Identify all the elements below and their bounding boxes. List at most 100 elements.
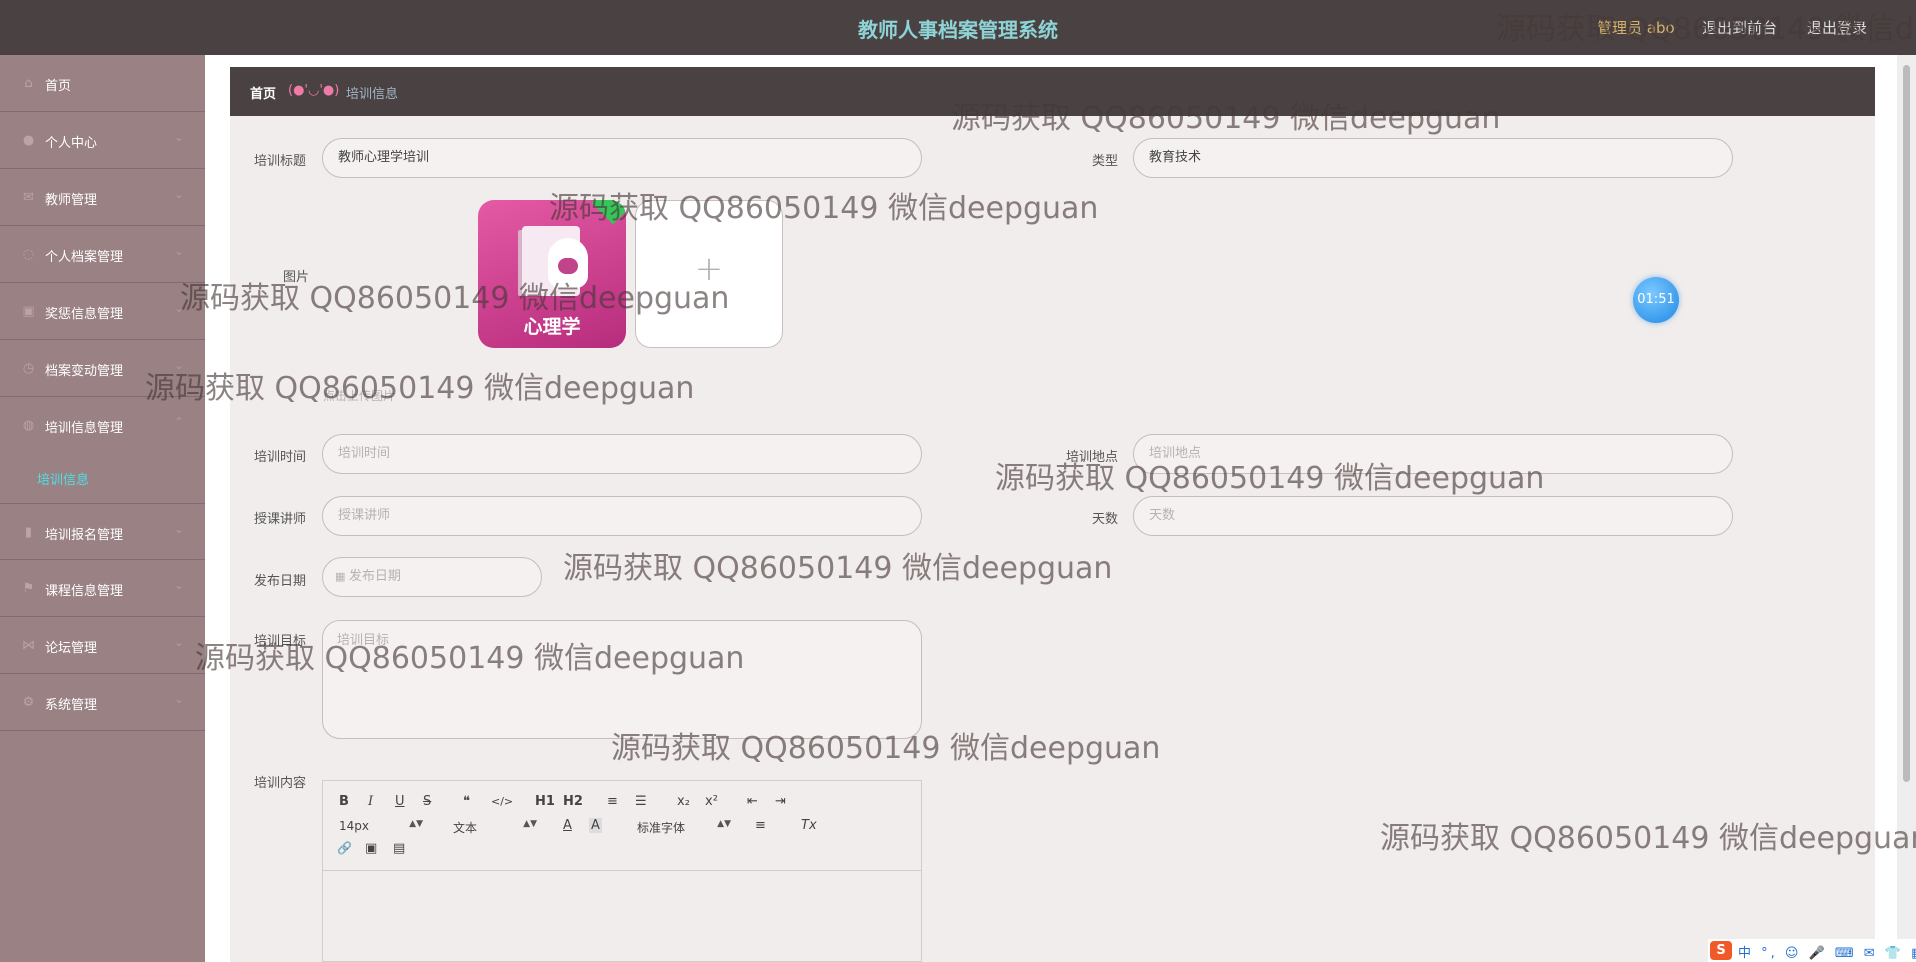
- chevron-down-icon: ⌄: [174, 130, 185, 144]
- floating-timer[interactable]: 01:51: [1633, 277, 1679, 323]
- lecturer-input[interactable]: 授课讲师: [322, 496, 922, 536]
- chevron-down-icon: ⌄: [174, 301, 185, 315]
- superscript-button[interactable]: x²: [705, 794, 718, 809]
- logout-link[interactable]: 退出登录: [1807, 17, 1867, 38]
- flag-icon: ⚑: [22, 581, 35, 596]
- clock-icon: ◷: [22, 361, 35, 376]
- select-arrows-icon: ▲▼: [523, 819, 537, 829]
- background-color-button[interactable]: A: [589, 818, 602, 833]
- breadcrumb-current: 培训信息: [346, 87, 399, 102]
- h2-button[interactable]: H2: [563, 794, 583, 809]
- image-button[interactable]: ▣: [365, 841, 377, 856]
- indent-button[interactable]: ⇥: [775, 794, 786, 809]
- sidebar-item-teachers[interactable]: ✉ 教师管理 ⌄: [0, 169, 205, 226]
- upload-button[interactable]: +: [635, 200, 783, 348]
- font-family-select[interactable]: 标准字体 ▲▼: [637, 819, 731, 835]
- title-label: 培训标题: [254, 154, 307, 169]
- scrollbar[interactable]: [1897, 55, 1916, 962]
- h1-button[interactable]: H1: [535, 794, 555, 809]
- calendar-icon: ▦: [335, 570, 349, 583]
- plus-icon: +: [694, 249, 724, 289]
- code-button[interactable]: </>: [491, 795, 513, 808]
- chevron-down-icon: ⌄: [174, 244, 185, 258]
- mail-icon: ✉: [23, 190, 34, 205]
- title-input[interactable]: 教师心理学培训: [322, 138, 922, 178]
- chat-icon: ◌: [22, 247, 35, 262]
- sidebar-item-archives[interactable]: ◌ 个人档案管理 ⌄: [0, 226, 205, 283]
- admin-name: 管理员 abo: [1597, 19, 1675, 37]
- days-input[interactable]: 天数: [1133, 496, 1733, 536]
- upload-hint: 点击上传图片: [323, 389, 396, 403]
- goal-textarea[interactable]: 培训目标: [322, 620, 922, 739]
- font-size-select[interactable]: 14px ▲▼: [339, 819, 423, 835]
- select-arrows-icon: ▲▼: [409, 819, 423, 829]
- sidebar-item-label: 培训信息管理: [45, 421, 124, 436]
- ordered-list-button[interactable]: ≡: [607, 794, 618, 809]
- format-select[interactable]: 文本 ▲▼: [453, 819, 537, 835]
- ime-status-icons: 中 °, ☺ 🎤 ⌨ ✉ 👕 ▦: [1738, 946, 1916, 961]
- sidebar-subitem-training-info[interactable]: 培训信息: [0, 457, 205, 497]
- clean-format-button[interactable]: Tx: [801, 818, 817, 833]
- chevron-down-icon: ⌄: [174, 692, 185, 706]
- type-input[interactable]: 教育技术: [1133, 138, 1733, 178]
- video-button[interactable]: ▤: [393, 841, 405, 856]
- sidebar-item-system[interactable]: ⚙ 系统管理 ⌄: [0, 674, 205, 731]
- content-label: 培训内容: [254, 776, 307, 791]
- font-color-button[interactable]: A: [563, 818, 572, 833]
- select-arrows-icon: ▲▼: [717, 819, 731, 829]
- type-label: 类型: [1092, 154, 1119, 169]
- scroll-thumb[interactable]: [1903, 65, 1910, 782]
- strike-button[interactable]: S: [423, 794, 431, 809]
- exit-to-front-link[interactable]: 退出到前台: [1702, 17, 1777, 38]
- image-status-corner: [591, 200, 626, 225]
- sidebar-item-rewards[interactable]: ▣ 奖惩信息管理 ⌄: [0, 283, 205, 340]
- date-label: 发布日期: [254, 574, 307, 589]
- ime-logo-icon: S: [1710, 941, 1732, 960]
- sidebar-item-label: 奖惩信息管理: [45, 307, 124, 322]
- sidebar-item-label: 教师管理: [45, 193, 98, 208]
- breadcrumb-separator: (●'◡'●): [288, 83, 340, 98]
- sidebar: ⌂ 首页 ● 个人中心 ⌄ ✉ 教师管理 ⌄ ◌ 个人档案管理 ⌄ ▣ 奖惩信息…: [0, 55, 205, 962]
- editor-toolbar: B I U S ❝ </> H1 H2 ≡ ☰ x₂ x² ⇤ ⇥ 14px ▲▼…: [323, 781, 921, 871]
- chevron-down-icon: ⌄: [174, 187, 185, 201]
- italic-button[interactable]: I: [368, 794, 373, 809]
- sidebar-item-training[interactable]: ◍ 培训信息管理 ⌃: [0, 397, 205, 454]
- bullet-list-button[interactable]: ☰: [635, 794, 647, 809]
- ime-toolbar[interactable]: S 中 °, ☺ 🎤 ⌨ ✉ 👕 ▦: [1708, 939, 1916, 962]
- bold-button[interactable]: B: [339, 794, 349, 809]
- font-family-value: 标准字体: [637, 821, 686, 835]
- place-input[interactable]: 培训地点: [1133, 434, 1733, 474]
- sidebar-item-forum[interactable]: ⋈ 论坛管理 ⌄: [0, 617, 205, 674]
- sidebar-item-label: 培训报名管理: [45, 528, 124, 543]
- breadcrumb-home[interactable]: 首页: [250, 83, 276, 102]
- sidebar-item-changes[interactable]: ◷ 档案变动管理 ⌄: [0, 340, 205, 397]
- sidebar-item-label: 首页: [45, 79, 72, 94]
- outdent-button[interactable]: ⇤: [747, 794, 758, 809]
- share-icon: ⋈: [22, 638, 35, 653]
- sidebar-item-courses[interactable]: ⚑ 课程信息管理 ⌄: [0, 560, 205, 617]
- link-button[interactable]: 🔗: [337, 841, 352, 855]
- briefcase-icon: ▣: [22, 304, 35, 319]
- time-label: 培训时间: [254, 450, 307, 465]
- chevron-down-icon: ⌄: [174, 358, 185, 372]
- image-label: 图片: [283, 270, 310, 285]
- align-button[interactable]: ≡: [755, 818, 766, 833]
- underline-button[interactable]: U: [395, 794, 405, 809]
- sidebar-item-home[interactable]: ⌂ 首页: [0, 55, 205, 112]
- quote-button[interactable]: ❝: [463, 794, 470, 809]
- chevron-down-icon: ⌄: [174, 522, 185, 536]
- date-input[interactable]: ▦ 发布日期: [322, 557, 542, 597]
- sidebar-item-enroll[interactable]: ▮ 培训报名管理 ⌄: [0, 503, 205, 560]
- chevron-down-icon: ⌄: [174, 578, 185, 592]
- sidebar-item-profile[interactable]: ● 个人中心 ⌄: [0, 112, 205, 169]
- sidebar-item-label: 个人中心: [45, 136, 98, 151]
- time-input[interactable]: 培训时间: [322, 434, 922, 474]
- user-icon: ●: [22, 133, 35, 148]
- date-placeholder: 发布日期: [348, 569, 401, 584]
- format-value: 文本: [453, 821, 478, 835]
- chevron-up-icon: ⌃: [174, 415, 185, 429]
- subscript-button[interactable]: x₂: [677, 794, 690, 809]
- sidebar-item-label: 论坛管理: [45, 641, 98, 656]
- sidebar-subitem-label: 培训信息: [37, 473, 90, 488]
- uploaded-image[interactable]: 心理学: [478, 200, 626, 348]
